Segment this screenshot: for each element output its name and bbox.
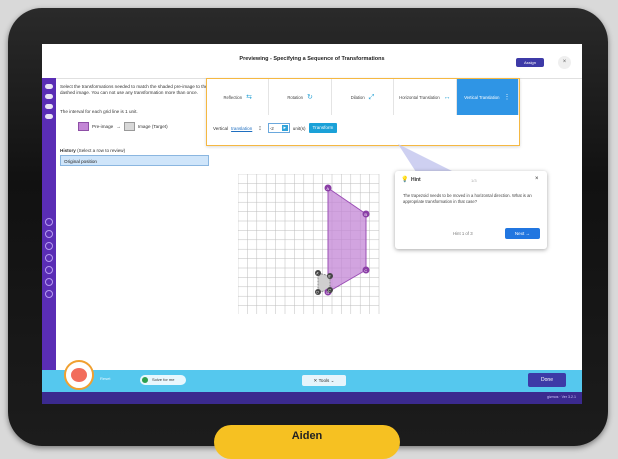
page-title: Previewing - Specifying a Sequence of Tr… <box>239 56 385 62</box>
hint-title: Hint <box>411 177 421 183</box>
value-text: -2 <box>269 125 274 131</box>
headphones-icon[interactable] <box>45 84 53 89</box>
tab-dilation[interactable]: Dilation ⤢ <box>332 79 395 115</box>
progress-dot-1[interactable] <box>45 218 53 226</box>
solve-label: Solve for me <box>152 377 175 382</box>
stepper-button[interactable]: ▸ <box>281 125 288 131</box>
reflection-icon: ⇆ <box>246 93 252 101</box>
done-button[interactable]: Done <box>528 373 566 387</box>
instructions-text: Select the transformations needed to mat… <box>60 84 208 96</box>
name-badge: Aiden <box>214 425 400 459</box>
vertical-arrow-icon: ↕ <box>258 124 262 132</box>
legend: Pre-image → Image (Target) <box>78 122 168 131</box>
history-label-bold: History <box>60 148 76 153</box>
solve-icon <box>142 377 148 383</box>
vertical-arrows-icon: ⋮ <box>503 93 511 101</box>
tab-vertical-translation-label: Vertical Translation <box>464 94 500 100</box>
language-icon[interactable] <box>45 104 53 109</box>
avatar-face <box>71 368 87 382</box>
transform-button[interactable]: Transform <box>308 123 338 133</box>
progress-dot-5[interactable] <box>45 266 53 274</box>
footer-bar: gizmos · Ver 3.2.1 <box>42 392 582 404</box>
image-label-a: A' <box>316 272 319 276</box>
assign-label: Assign <box>523 60 536 65</box>
tools-button[interactable]: ✕ Tools ⌄ <box>302 375 346 386</box>
app-screen: Previewing - Specifying a Sequence of Tr… <box>42 44 582 404</box>
legend-image-label: Image (Target) <box>137 124 168 129</box>
avatar[interactable] <box>64 360 94 390</box>
image-label-b: B' <box>328 275 331 279</box>
vertex-label-c: C <box>364 268 367 273</box>
tab-rotation-label: Rotation <box>287 94 303 100</box>
tab-reflection-label: Reflection <box>223 94 243 100</box>
transformation-panel: Reflection ⇆ Rotation ↻ Dilation ⤢ Horiz… <box>206 78 520 146</box>
interval-note: The interval for each grid line is 1 uni… <box>60 109 138 114</box>
toggle-icon-2[interactable] <box>45 114 53 119</box>
grid-svg: A B C D A' B' C' D' <box>237 173 380 316</box>
image-label-d: D' <box>316 291 319 295</box>
history-label-rest: (Select a row to review) <box>77 148 126 153</box>
transformation-tabs: Reflection ⇆ Rotation ↻ Dilation ⤢ Horiz… <box>207 79 520 115</box>
history-row[interactable]: Original position <box>60 155 209 166</box>
legend-preimage-label: Pre-image <box>92 124 114 129</box>
hint-popup: 💡 Hint 1/3 × The trapezoid needs to be m… <box>395 171 547 249</box>
progress-dot-2[interactable] <box>45 230 53 238</box>
lightbulb-icon: 💡 <box>401 177 409 183</box>
hint-pointer <box>398 144 454 172</box>
reset-button[interactable]: Reset <box>100 376 110 381</box>
top-bar: Previewing - Specifying a Sequence of Tr… <box>42 44 582 79</box>
tab-rotation[interactable]: Rotation ↻ <box>269 79 332 115</box>
vertical-translation-row: Vertical translation ↕ -2 ▸ unit(s) Tran… <box>213 123 338 133</box>
arrow-icon: → <box>116 124 121 129</box>
translation-link[interactable]: translation <box>231 126 252 131</box>
tab-horizontal-translation-label: Horizontal Translation <box>399 94 440 100</box>
coordinate-grid[interactable]: A B C D A' B' C' D' <box>237 173 380 316</box>
progress-dot-4[interactable] <box>45 254 53 262</box>
footer-text: gizmos · Ver 3.2.1 <box>547 395 576 399</box>
horizontal-arrows-icon: ↔ <box>443 93 451 101</box>
hint-number: 1/3 <box>471 178 477 183</box>
row-prefix: Vertical <box>213 125 229 131</box>
tab-reflection[interactable]: Reflection ⇆ <box>207 79 270 115</box>
image-label-c: C' <box>328 289 331 293</box>
tab-vertical-translation[interactable]: Vertical Translation ⋮ <box>456 79 520 115</box>
image-swatch <box>123 122 135 131</box>
assign-button[interactable]: Assign <box>516 58 544 67</box>
solve-for-me-button[interactable]: Solve for me <box>140 375 186 385</box>
vertex-label-a: A <box>326 186 329 191</box>
progress-dot-7[interactable] <box>45 290 53 298</box>
tab-dilation-label: Dilation <box>350 94 365 100</box>
hint-close-icon[interactable]: × <box>535 176 539 182</box>
history-label: History (Select a row to review) <box>60 148 125 153</box>
progress-dot-3[interactable] <box>45 242 53 250</box>
dilation-icon: ⤢ <box>368 93 375 101</box>
translation-value-input[interactable]: -2 ▸ <box>267 123 290 133</box>
hint-page-indicator: Hint 1 of 3 <box>453 231 473 236</box>
preimage-swatch <box>78 122 89 131</box>
close-button[interactable]: × <box>558 56 571 69</box>
unit-label: unit(s) <box>292 125 306 131</box>
progress-dot-6[interactable] <box>45 278 53 286</box>
vertex-label-b: B <box>364 212 367 217</box>
tab-horizontal-translation[interactable]: Horizontal Translation ↔ <box>394 79 457 115</box>
sidebar <box>42 78 56 370</box>
toggle-icon[interactable] <box>45 94 53 99</box>
hint-text: The trapezoid needs to be moved in a hor… <box>403 193 532 204</box>
hint-next-button[interactable]: Next → <box>505 228 540 239</box>
rotation-icon: ↻ <box>306 93 313 101</box>
